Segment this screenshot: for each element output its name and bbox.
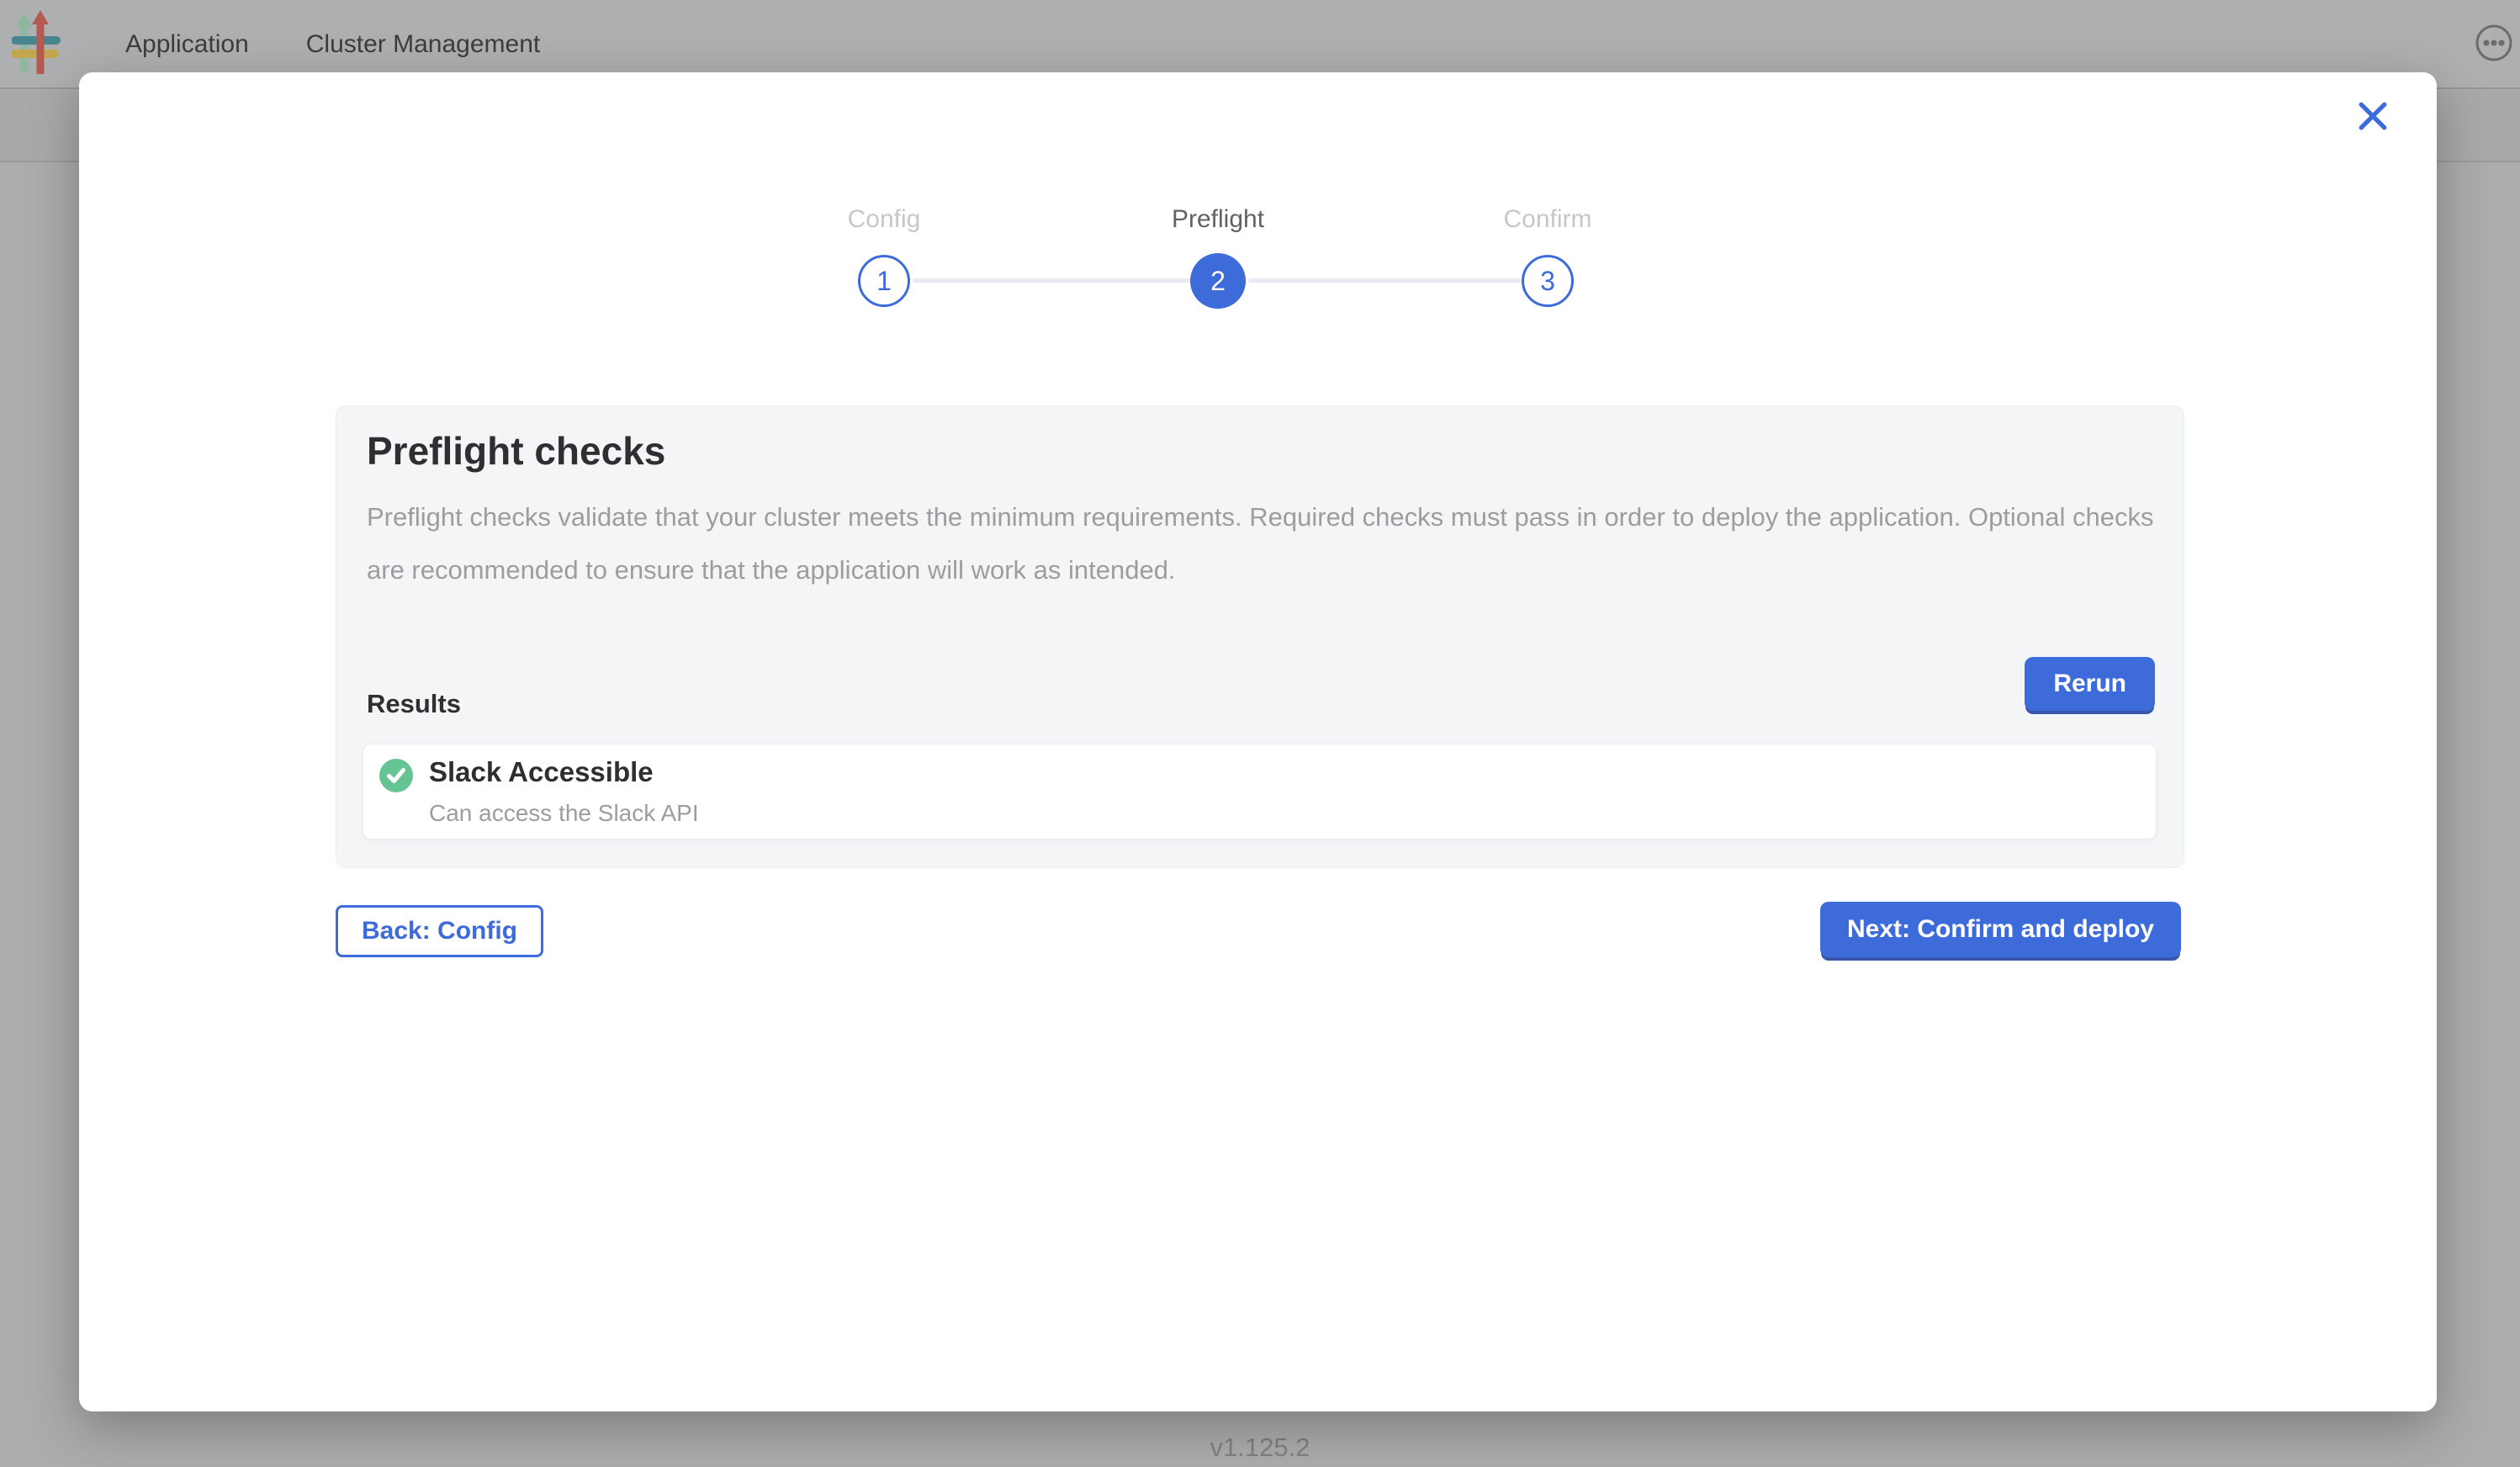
step-indicator-confirm[interactable]: 3 <box>1522 255 1574 307</box>
close-icon[interactable] <box>2353 96 2393 136</box>
preflight-modal: Config Preflight Confirm 1 2 3 Preflight… <box>79 72 2437 1411</box>
step-connector <box>913 278 1191 283</box>
rerun-button[interactable]: Rerun <box>2025 657 2155 711</box>
app-version-text: v1.125.2 <box>0 1433 2520 1463</box>
preflight-panel: Preflight checks Preflight checks valida… <box>336 405 2184 868</box>
overflow-menu-icon[interactable] <box>2475 24 2513 62</box>
preflight-description: Preflight checks validate that your clus… <box>367 490 2155 596</box>
next-confirm-deploy-button[interactable]: Next: Confirm and deploy <box>1820 902 2181 957</box>
step-indicator-preflight[interactable]: 2 <box>1190 253 1246 309</box>
nav-item-application[interactable]: Application <box>125 30 249 59</box>
check-circle-icon <box>379 759 413 792</box>
screen: Application Cluster Management v1.125.2 … <box>0 0 2520 1467</box>
back-config-button[interactable]: Back: Config <box>336 905 543 957</box>
check-name: Slack Accessible <box>429 756 654 788</box>
app-logo-icon <box>12 8 61 77</box>
step-label-preflight: Preflight <box>1092 205 1344 234</box>
nav-item-cluster-management[interactable]: Cluster Management <box>306 30 540 59</box>
results-heading: Results <box>367 689 461 719</box>
step-label-config: Config <box>758 205 1010 234</box>
preflight-check-row: Slack Accessible Can access the Slack AP… <box>363 744 2157 839</box>
step-indicator-config[interactable]: 1 <box>858 255 910 307</box>
check-detail: Can access the Slack API <box>429 800 699 827</box>
step-label-confirm: Confirm <box>1421 205 1674 234</box>
step-connector <box>1248 278 1522 283</box>
preflight-title: Preflight checks <box>367 428 665 474</box>
